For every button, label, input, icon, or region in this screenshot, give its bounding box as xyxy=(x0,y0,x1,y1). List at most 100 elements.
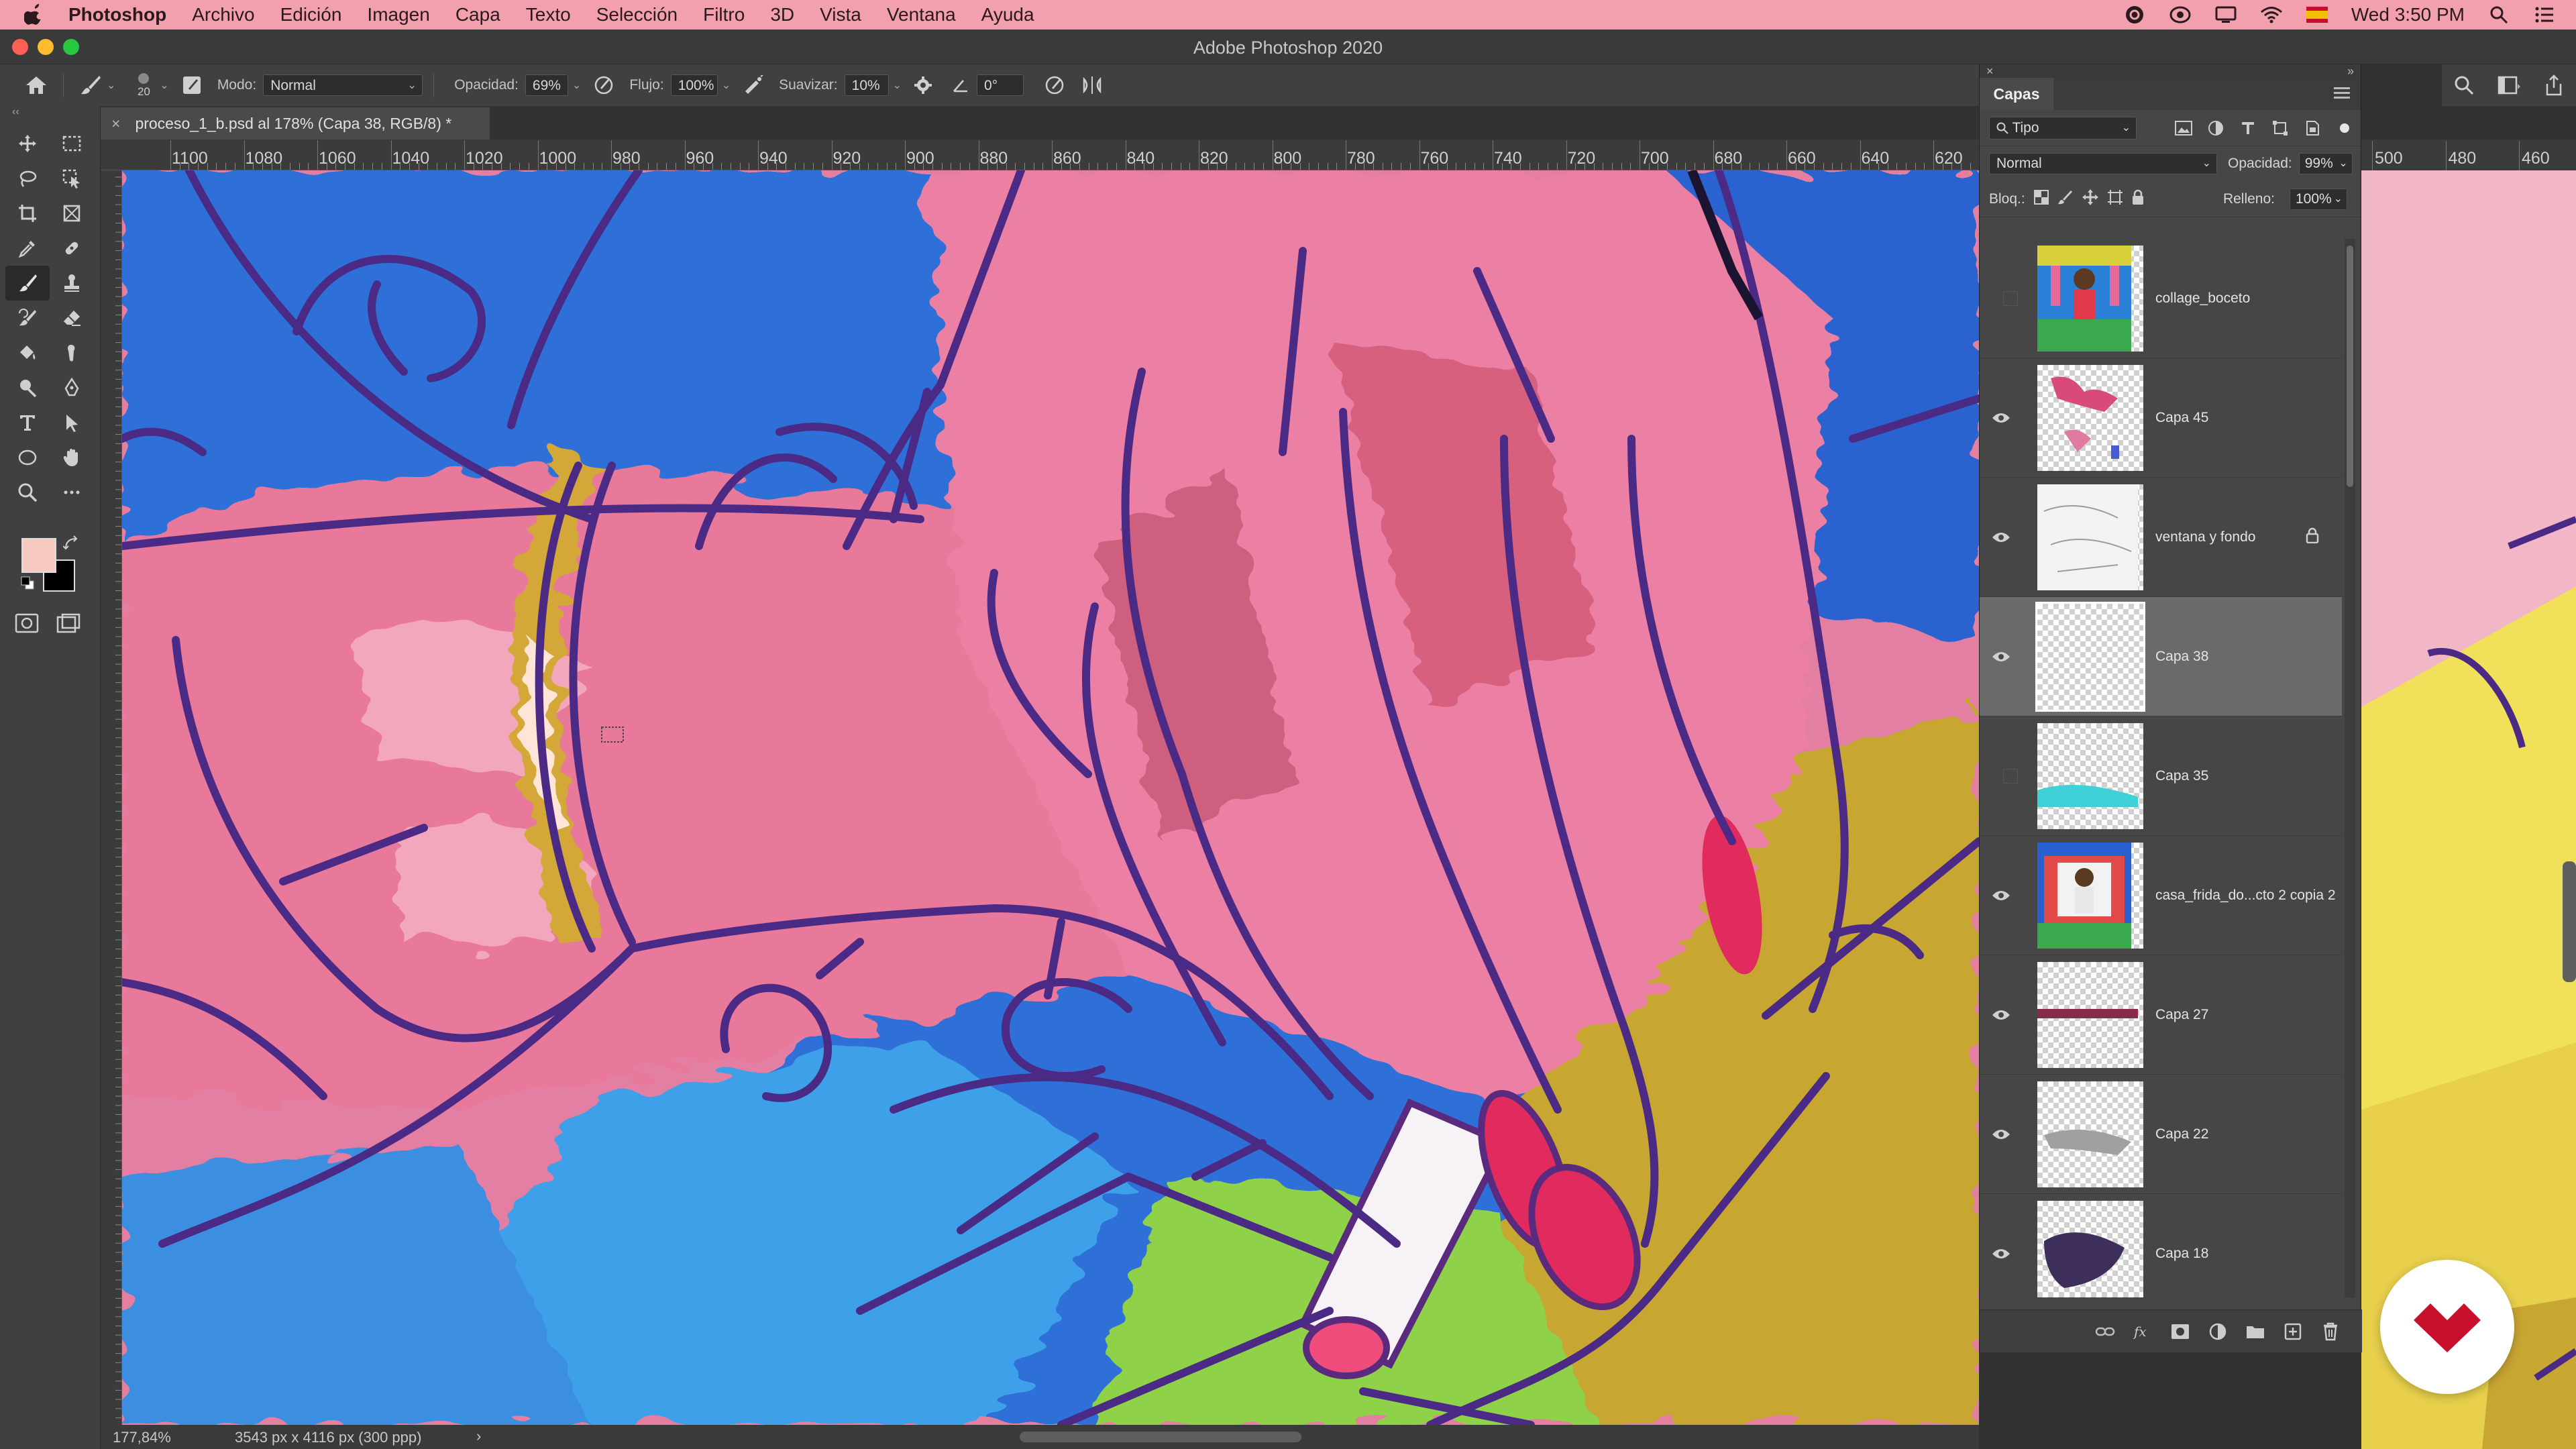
lasso-tool-icon[interactable] xyxy=(5,161,50,196)
menubar-clock[interactable]: Wed 3:50 PM xyxy=(2351,4,2465,25)
layer-visibility-toggle[interactable] xyxy=(1982,643,2020,670)
layer-visibility-toggle[interactable] xyxy=(1982,1002,2020,1028)
home-icon[interactable] xyxy=(20,69,52,101)
paint-bucket-tool-icon[interactable] xyxy=(5,335,50,370)
layer-row-0[interactable]: collage_boceto xyxy=(1980,239,2342,358)
workspace-layout-icon[interactable] xyxy=(2493,69,2525,101)
layer-thumbnail[interactable] xyxy=(2037,722,2143,829)
smudge-tool-icon[interactable] xyxy=(50,335,94,370)
image-filter-icon[interactable] xyxy=(2171,117,2196,140)
menu-vista[interactable]: Vista xyxy=(820,4,861,25)
history-brush-tool-icon[interactable] xyxy=(5,301,50,335)
new-layer-icon[interactable] xyxy=(2282,1320,2304,1343)
adjustment-layer-icon[interactable] xyxy=(2206,1320,2229,1343)
lock-position-icon[interactable] xyxy=(2082,189,2099,210)
blend-mode-select[interactable]: Normal ⌄ xyxy=(263,74,423,96)
add-mask-icon[interactable] xyxy=(2169,1320,2192,1343)
layer-row-7[interactable]: Capa 22 xyxy=(1980,1075,2342,1194)
document-canvas[interactable] xyxy=(122,170,1979,1425)
layer-visibility-toggle[interactable] xyxy=(1982,524,2020,551)
close-panel-icon[interactable]: × xyxy=(1986,64,1994,78)
search-icon[interactable] xyxy=(2448,69,2480,101)
layer-thumbnail[interactable] xyxy=(2037,961,2143,1068)
layer-name[interactable]: Capa 22 xyxy=(2155,1126,2208,1142)
creative-cloud-icon[interactable] xyxy=(2123,5,2146,25)
layer-opacity-field[interactable]: 99% ⌄ xyxy=(2298,153,2353,174)
layer-effects-icon[interactable]: fx xyxy=(2131,1320,2154,1343)
type-tool-icon[interactable] xyxy=(5,405,50,440)
swap-colors-icon[interactable] xyxy=(63,535,80,553)
filter-kind-select[interactable]: Tipo ⌄ xyxy=(1989,116,2137,140)
layer-name[interactable]: ventana y fondo xyxy=(2155,529,2255,545)
layer-visibility-toggle[interactable] xyxy=(1982,1121,2020,1148)
layer-thumbnail[interactable] xyxy=(2037,1200,2143,1297)
brush-angle-field[interactable]: 0° xyxy=(977,74,1024,96)
collapse-panel-icon[interactable]: ‹‹ xyxy=(0,106,100,121)
eyedropper-tool-icon[interactable] xyxy=(5,231,50,266)
clone-stamp-tool-icon[interactable] xyxy=(50,266,94,301)
fill-field[interactable]: 100% ⌄ xyxy=(2290,188,2347,210)
layer-thumbnail[interactable] xyxy=(2037,842,2143,949)
menu-3d[interactable]: 3D xyxy=(770,4,794,25)
brush-tool-preset-icon[interactable] xyxy=(74,69,107,101)
chevron-down-icon[interactable]: ⌄ xyxy=(893,78,902,92)
spotlight-search-icon[interactable] xyxy=(2487,5,2510,25)
menu-texto[interactable]: Texto xyxy=(526,4,571,25)
horizontal-ruler-right[interactable]: 500 480 460 xyxy=(2361,140,2576,170)
menu-edicion[interactable]: Edición xyxy=(280,4,342,25)
lock-transparency-icon[interactable] xyxy=(2033,189,2049,209)
layer-thumbnail[interactable] xyxy=(2037,245,2143,352)
more-tools-icon[interactable] xyxy=(50,475,94,510)
display-icon[interactable] xyxy=(2214,5,2237,25)
dodge-tool-icon[interactable] xyxy=(5,370,50,405)
healing-brush-tool-icon[interactable] xyxy=(50,231,94,266)
layer-name[interactable]: casa_frida_do...cto 2 copia 2 xyxy=(2155,888,2336,904)
brush-settings-panel-icon[interactable] xyxy=(176,69,208,101)
foreground-color-swatch[interactable] xyxy=(21,538,56,573)
scrollbar-thumb[interactable] xyxy=(2347,246,2353,487)
hand-tool-icon[interactable] xyxy=(50,440,94,475)
chevron-down-icon[interactable]: ⌄ xyxy=(722,78,731,92)
brush-size-picker[interactable]: 20 xyxy=(127,69,160,101)
airbrush-icon[interactable] xyxy=(737,69,769,101)
layer-visibility-toggle[interactable] xyxy=(1982,882,2020,909)
move-tool-icon[interactable] xyxy=(5,126,50,161)
layer-visibility-toggle[interactable] xyxy=(1982,405,2020,431)
delete-layer-icon[interactable] xyxy=(2319,1320,2342,1343)
layer-thumbnail[interactable] xyxy=(2037,364,2143,471)
object-selection-tool-icon[interactable] xyxy=(50,161,94,196)
status-menu-arrow[interactable]: › xyxy=(476,1428,481,1445)
layer-thumbnail[interactable] xyxy=(2037,1081,2143,1187)
link-layers-icon[interactable] xyxy=(2094,1320,2116,1343)
screen-mode-icon[interactable] xyxy=(56,613,80,637)
horizontal-scrollbar[interactable] xyxy=(1020,1432,1301,1442)
layer-row-6[interactable]: Capa 27 xyxy=(1980,955,2342,1075)
layer-visibility-toggle[interactable] xyxy=(1982,285,2020,312)
wifi-icon[interactable] xyxy=(2260,5,2283,25)
pressure-opacity-icon[interactable] xyxy=(588,69,620,101)
smart-object-filter-icon[interactable] xyxy=(2300,117,2324,140)
collapse-panel-icon[interactable]: » xyxy=(2347,64,2354,78)
path-selection-tool-icon[interactable] xyxy=(50,405,94,440)
ruler-origin[interactable] xyxy=(101,140,122,170)
crop-tool-icon[interactable] xyxy=(5,196,50,231)
chevron-down-icon[interactable]: ⌄ xyxy=(160,78,168,92)
sync-icon[interactable] xyxy=(2169,5,2192,25)
default-colors-icon[interactable] xyxy=(20,576,35,590)
layer-name[interactable]: Capa 27 xyxy=(2155,1007,2208,1023)
smoothing-field[interactable]: 10% xyxy=(844,74,889,96)
close-document-icon[interactable]: × xyxy=(111,115,120,133)
panel-menu-icon[interactable] xyxy=(2334,86,2350,103)
zoom-tool-icon[interactable] xyxy=(5,475,50,510)
layer-row-2[interactable]: ventana y fondo xyxy=(1980,478,2342,597)
eraser-tool-icon[interactable] xyxy=(50,301,94,335)
layer-row-3[interactable]: Capa 38 xyxy=(1980,597,2342,716)
layer-blend-mode-select[interactable]: Normal ⌄ xyxy=(1989,153,2217,174)
menu-capa[interactable]: Capa xyxy=(455,4,500,25)
layer-row-1[interactable]: Capa 45 xyxy=(1980,358,2342,478)
menu-archivo[interactable]: Archivo xyxy=(192,4,254,25)
layer-row-8[interactable]: Capa 18 xyxy=(1980,1194,2342,1297)
pressure-size-icon[interactable] xyxy=(1038,69,1071,101)
layer-visibility-toggle[interactable] xyxy=(1982,1240,2020,1267)
menu-seleccion[interactable]: Selección xyxy=(596,4,678,25)
